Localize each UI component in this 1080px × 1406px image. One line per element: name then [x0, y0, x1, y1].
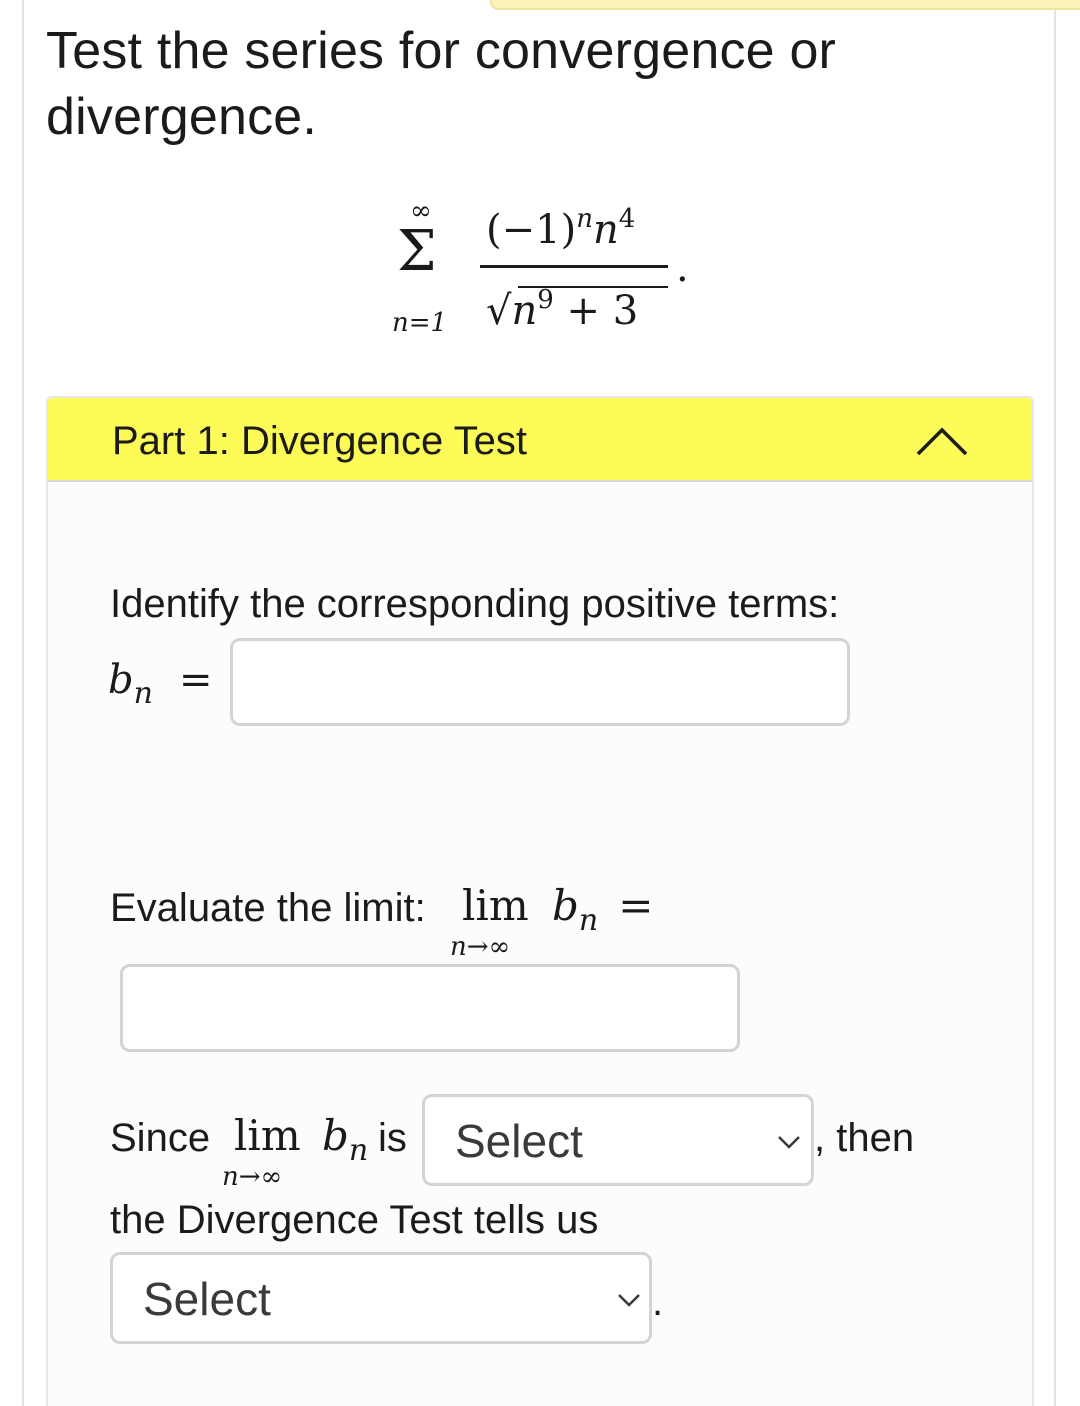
series-period: . — [676, 245, 689, 291]
bn-answer-input[interactable] — [230, 638, 850, 726]
part-1-panel: Part 1: Divergence Test Identify the cor… — [46, 396, 1034, 1406]
limit-answer-input[interactable] — [120, 964, 740, 1052]
limit-bn-symbol: b — [552, 881, 579, 930]
summation-icon: Σ — [397, 219, 437, 284]
limit-bn-2: bn — [322, 1111, 369, 1169]
series-expression: ∞ Σ n=1 (−1)nn4 √n9 + 3 . — [388, 196, 708, 346]
part-1-title: Part 1: Divergence Test — [112, 419, 528, 463]
numerator-exponent-n: n — [576, 204, 593, 234]
then-label: , then — [814, 1116, 915, 1160]
limit-bn-symbol-2: b — [322, 1111, 349, 1160]
part-1-header[interactable]: Part 1: Divergence Test — [48, 398, 1032, 482]
bn-label: bn = — [108, 656, 213, 711]
numerator-base: (−1) — [486, 207, 577, 253]
sqrt-icon: √ — [486, 288, 512, 334]
identify-prompt: Identify the corresponding positive term… — [110, 582, 840, 626]
lim-subscript: n→∞ — [450, 932, 511, 962]
series-denominator: √n9 + 3 — [486, 285, 639, 339]
top-tab-strip — [490, 0, 1080, 10]
sum-lower-limit: n=1 — [392, 308, 448, 338]
denominator-constant: + 3 — [553, 288, 639, 334]
limit-result-select-value: Select — [455, 1115, 583, 1167]
numerator-exponent-4: 4 — [618, 204, 636, 234]
chevron-down-icon — [778, 1136, 800, 1149]
limit-result-select[interactable]: Select — [422, 1094, 814, 1186]
bn-symbol: b — [108, 657, 134, 703]
lim-word-2: lim — [234, 1111, 301, 1160]
denominator-exponent: 9 — [537, 285, 554, 315]
lim-word: lim — [462, 881, 529, 930]
since-label: Since — [110, 1116, 211, 1160]
is-label: is — [378, 1116, 407, 1160]
lim-subscript-2: n→∞ — [222, 1162, 283, 1192]
limit-bn-subscript: n — [578, 903, 599, 938]
conclusion-prompt: the Divergence Test tells us — [110, 1198, 599, 1242]
series-numerator: (−1)nn4 — [486, 204, 635, 257]
denominator-variable: n — [511, 288, 538, 334]
conclusion-select[interactable]: Select — [110, 1252, 652, 1344]
numerator-variable: n — [592, 207, 619, 253]
final-period: . — [652, 1280, 664, 1324]
limit-bn-subscript-2: n — [348, 1133, 369, 1168]
limit-equals: = — [618, 881, 654, 930]
fraction-bar — [480, 265, 668, 268]
bn-equals: = — [178, 657, 213, 703]
limit-bn: bn = — [552, 881, 654, 939]
conclusion-select-value: Select — [143, 1273, 271, 1325]
chevron-down-icon — [618, 1294, 640, 1307]
bn-subscript: n — [133, 676, 153, 711]
evaluate-prompt: Evaluate the limit: — [110, 886, 426, 930]
limit-expression-1: lim n→∞ bn = — [450, 881, 662, 963]
chevron-up-icon[interactable] — [914, 422, 970, 458]
sqrt-vinculum — [518, 286, 668, 288]
question-title: Test the series for convergence or diver… — [46, 22, 837, 146]
